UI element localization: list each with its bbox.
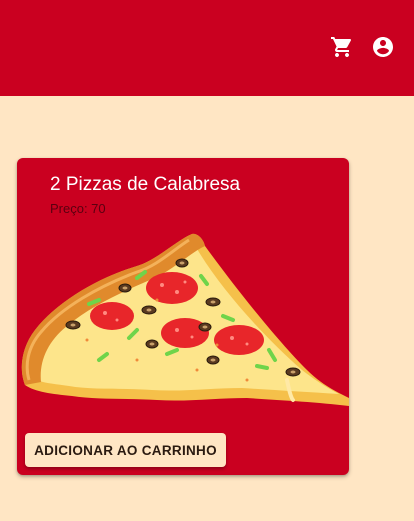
shopping-cart-icon[interactable] bbox=[329, 34, 355, 60]
account-circle-icon[interactable] bbox=[370, 34, 396, 60]
pizza-image bbox=[21, 233, 349, 406]
product-card: 2 Pizzas de Calabresa Preço: 70 ADICIONA… bbox=[17, 158, 349, 475]
app-header bbox=[0, 0, 414, 96]
add-to-cart-button[interactable]: ADICIONAR AO CARRINHO bbox=[25, 433, 226, 467]
product-price: Preço: 70 bbox=[50, 201, 106, 216]
product-title: 2 Pizzas de Calabresa bbox=[50, 174, 241, 195]
